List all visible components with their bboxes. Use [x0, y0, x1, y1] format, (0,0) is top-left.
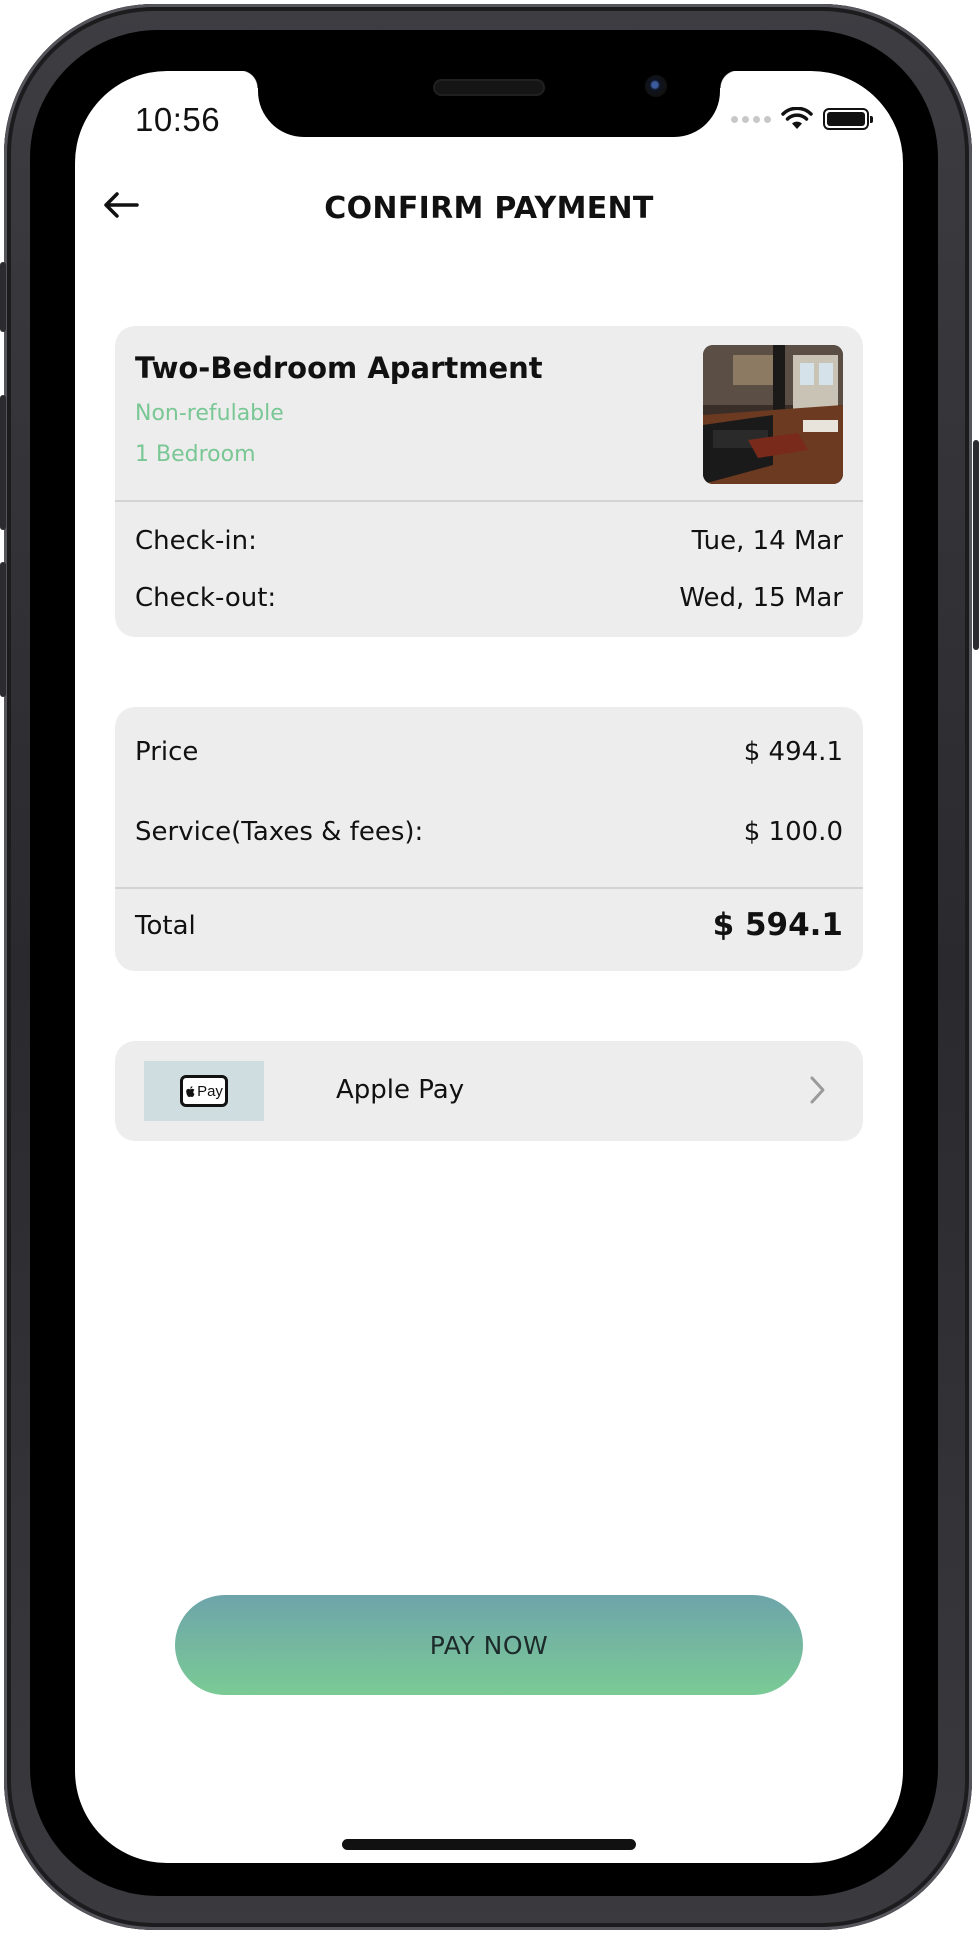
price-value: $ 494.1 [743, 737, 843, 767]
pay-now-button[interactable]: PAY NOW [175, 1595, 803, 1695]
power-button [973, 440, 979, 650]
divider [115, 500, 863, 502]
divider [115, 887, 863, 889]
cellular-signal-icon [731, 115, 771, 123]
wifi-icon [781, 107, 813, 129]
refund-policy: Non-refulable [135, 401, 284, 426]
apartment-photo [703, 345, 843, 484]
front-camera [645, 75, 667, 97]
home-indicator [342, 1839, 636, 1850]
apartment-title: Two-Bedroom Apartment [135, 351, 543, 385]
payment-method-selector[interactable]: Pay Apple Pay [115, 1041, 863, 1141]
apple-logo-icon [186, 1085, 195, 1097]
total-value: $ 594.1 [712, 907, 843, 943]
volume-down-button [0, 562, 6, 697]
checkin-value: Tue, 14 Mar [691, 526, 843, 556]
status-time: 10:56 [135, 101, 221, 138]
checkout-value: Wed, 15 Mar [679, 583, 843, 613]
service-value: $ 100.0 [743, 817, 843, 847]
speaker-grille [433, 79, 545, 96]
notch [240, 71, 738, 137]
apple-pay-logo-text: Pay [197, 1082, 223, 1100]
price-breakdown-card: Price $ 494.1 Service(Taxes & fees): $ 1… [115, 707, 863, 971]
chevron-right-icon [810, 1076, 825, 1104]
service-label: Service(Taxes & fees): [135, 817, 424, 847]
battery-icon [823, 108, 873, 130]
apple-pay-icon: Pay [144, 1061, 264, 1121]
volume-up-button [0, 395, 6, 530]
payment-method-label: Apple Pay [336, 1075, 465, 1105]
checkout-label: Check-out: [135, 583, 277, 613]
booking-summary-card: Two-Bedroom Apartment Non-refulable 1 Be… [115, 326, 863, 637]
price-label: Price [135, 737, 199, 767]
checkin-label: Check-in: [135, 526, 257, 556]
total-label: Total [135, 911, 196, 941]
page-title: CONFIRM PAYMENT [324, 191, 654, 226]
silent-switch [0, 262, 6, 332]
bedroom-count: 1 Bedroom [135, 442, 256, 467]
app-screen: 10:56 CONFIRM PAYMENT Two-Bedroom Apartm… [75, 71, 903, 1863]
status-icons [731, 107, 873, 131]
